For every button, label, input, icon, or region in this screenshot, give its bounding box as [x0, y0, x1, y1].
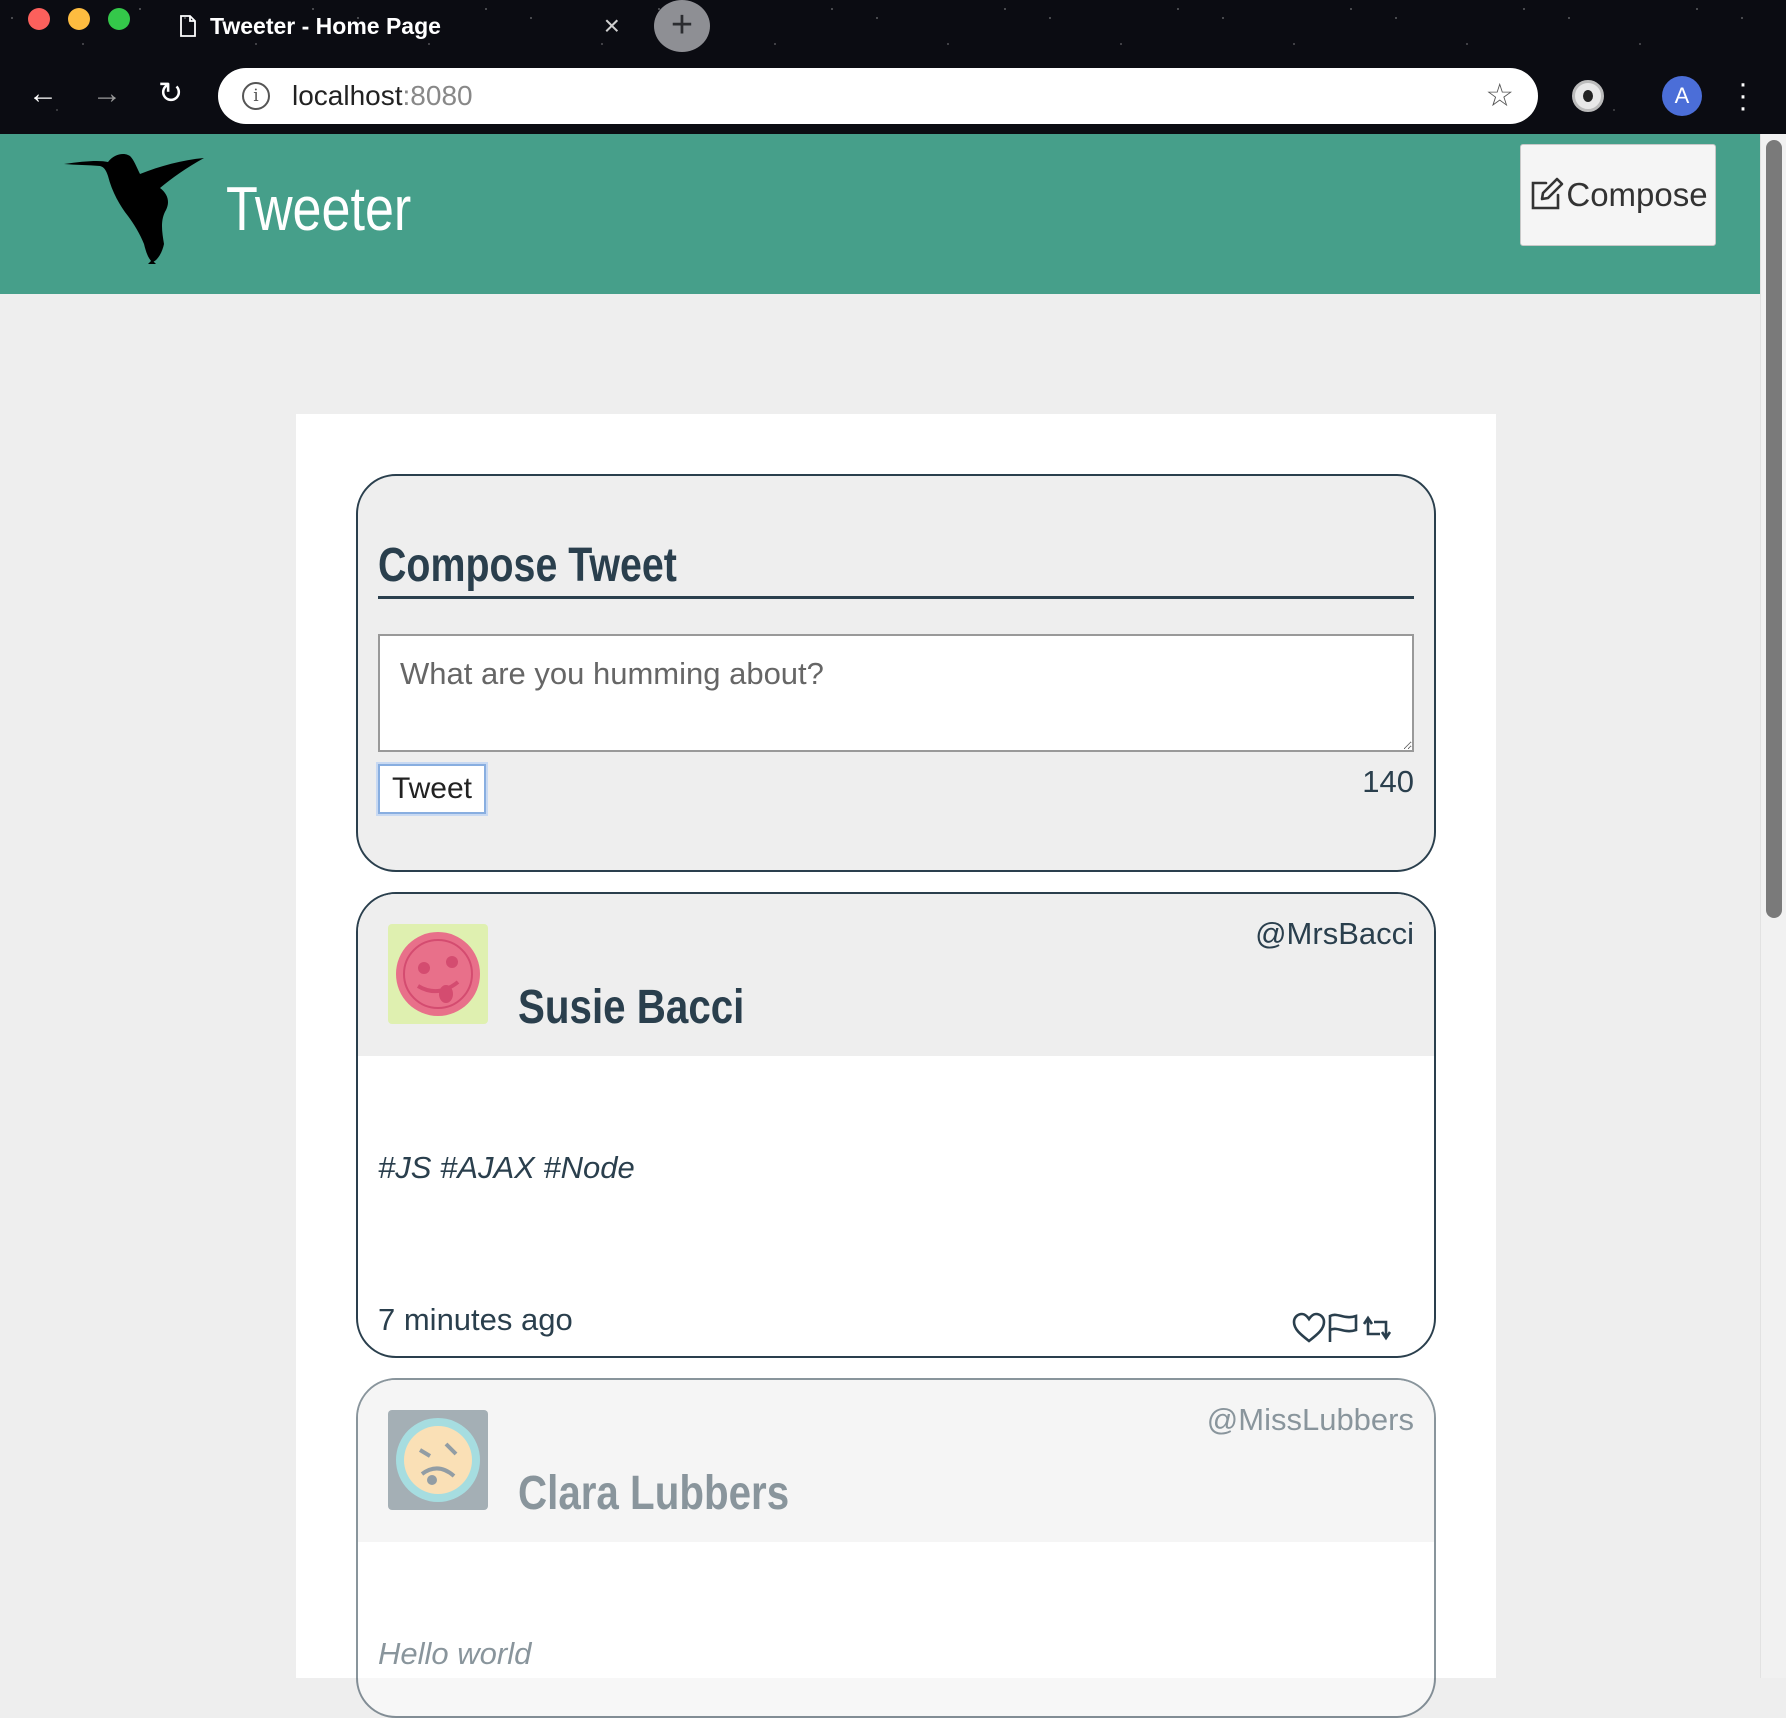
info-icon[interactable]: i	[242, 82, 270, 110]
window-minimize-button[interactable]	[68, 8, 90, 30]
forward-arrow-icon[interactable]: →	[92, 74, 122, 114]
tweet-author-handle: @MissLubbers	[1206, 1402, 1414, 1437]
avatar	[388, 924, 488, 1024]
browser-tab[interactable]: Tweeter - Home Page ×	[180, 0, 620, 52]
avatar-face	[404, 1426, 472, 1494]
tweet-header: Susie Bacci @MrsBacci	[358, 894, 1434, 1056]
tweet-input[interactable]	[378, 634, 1414, 752]
extension-icon[interactable]	[1572, 80, 1604, 112]
edit-icon	[1532, 177, 1564, 210]
browser-menu-icon[interactable]: · · ·	[1738, 69, 1748, 123]
address-bar[interactable]: i localhost:8080 ☆	[218, 68, 1538, 124]
page-scrollbar[interactable]	[1760, 134, 1786, 1678]
tab-title: Tweeter - Home Page	[210, 12, 441, 39]
page: Tweeter Compose Compose Tweet Tweet 140	[0, 134, 1760, 1718]
compose-title: Compose Tweet	[378, 538, 1414, 599]
site-header: Tweeter Compose	[0, 134, 1760, 294]
profile-avatar[interactable]: A	[1662, 76, 1702, 116]
tweet-card: Susie Bacci @MrsBacci #JS #AJAX #Node 7 …	[356, 892, 1436, 1358]
tweet-actions	[1292, 1312, 1394, 1344]
char-counter: 140	[1362, 764, 1414, 799]
reload-icon[interactable]: ↻	[158, 74, 183, 114]
avatar	[388, 1410, 488, 1510]
avatar-face	[396, 932, 480, 1016]
new-tab-button[interactable]: +	[654, 0, 710, 52]
tweet-header: Clara Lubbers @MissLubbers	[358, 1380, 1434, 1542]
compose-toggle-button[interactable]: Compose	[1520, 144, 1716, 246]
compose-label: Compose	[1566, 176, 1708, 213]
tweet-author-name: Susie Bacci	[518, 981, 745, 1034]
retweet-icon[interactable]	[1360, 1312, 1394, 1344]
compose-title-text: Compose Tweet	[378, 539, 677, 592]
bookmark-star-icon[interactable]: ☆	[1485, 76, 1514, 114]
flag-icon[interactable]	[1326, 1312, 1360, 1344]
heart-icon[interactable]	[1292, 1312, 1326, 1344]
main-container: Compose Tweet Tweet 140 Susie Bacci @Mrs…	[296, 414, 1496, 1718]
back-arrow-icon[interactable]: ←	[28, 74, 58, 114]
tweet-content: #JS #AJAX #Node	[378, 1150, 635, 1185]
tweet-timestamp: 7 minutes ago	[378, 1302, 573, 1337]
tweet-card: Clara Lubbers @MissLubbers Hello world	[356, 1378, 1436, 1718]
window-close-button[interactable]	[28, 8, 50, 30]
scrollbar-thumb[interactable]	[1766, 140, 1782, 918]
browser-chrome: Tweeter - Home Page × + ← → ↻ i localhos…	[0, 0, 1786, 134]
tweet-content: Hello world	[378, 1636, 532, 1671]
hummingbird-icon	[64, 154, 204, 264]
site-brand[interactable]: Tweeter	[226, 174, 411, 245]
tweet-author-name: Clara Lubbers	[518, 1467, 790, 1520]
tab-close-icon[interactable]: ×	[604, 10, 620, 42]
tweet-submit-button[interactable]: Tweet	[378, 764, 486, 814]
url-host: localhost	[292, 80, 403, 111]
url-port: :8080	[402, 80, 473, 111]
window-maximize-button[interactable]	[108, 8, 130, 30]
tweet-author-handle: @MrsBacci	[1255, 916, 1414, 951]
new-tweet-section: Compose Tweet Tweet 140	[356, 474, 1436, 872]
document-icon	[180, 15, 196, 37]
